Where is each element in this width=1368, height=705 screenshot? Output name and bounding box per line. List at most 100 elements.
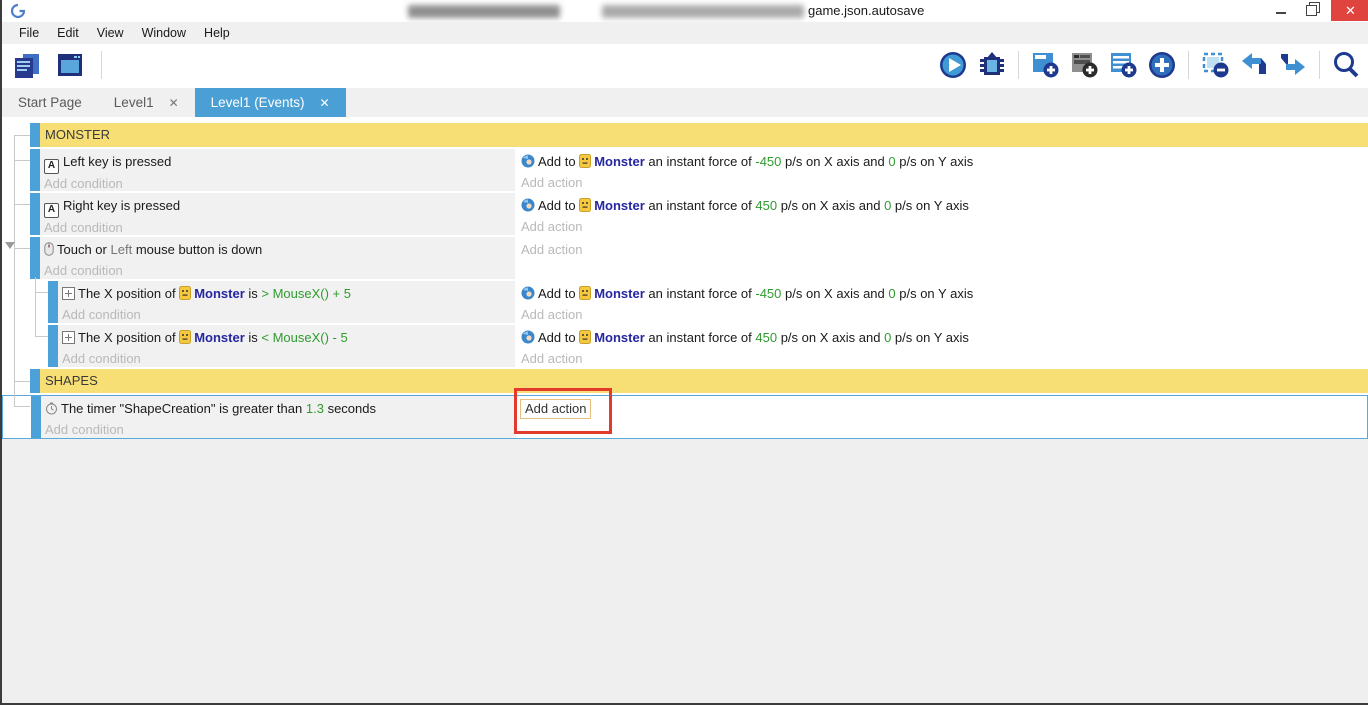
add-subevent-icon[interactable]: [1068, 49, 1100, 81]
menu-window[interactable]: Window: [133, 26, 195, 40]
app-window: game.json.autosave ✕ File Edit View Wind…: [0, 0, 1368, 705]
event-row[interactable]: A Left key is pressed Add condition Add t…: [2, 149, 1368, 191]
minimize-icon: [1276, 11, 1286, 14]
actions-column[interactable]: Add to Monster an instant force of -450 …: [515, 281, 1368, 323]
add-condition-link[interactable]: Add condition: [62, 349, 509, 368]
add-action-link[interactable]: Add action: [521, 217, 1362, 236]
toolbar: [2, 44, 1368, 88]
action-text: Add to: [538, 198, 576, 213]
actions-column[interactable]: Add to Monster an instant force of 450 p…: [515, 193, 1368, 235]
timer-icon: [45, 401, 58, 420]
condition-text: The X position of: [78, 330, 176, 345]
conditions-column[interactable]: A Left key is pressed Add condition: [40, 149, 515, 191]
tab-label: Start Page: [18, 95, 82, 110]
condition-text: The timer: [61, 401, 116, 416]
play-icon[interactable]: [937, 49, 969, 81]
event-color-bar: [31, 396, 41, 438]
add-action-link[interactable]: Add action: [521, 240, 1362, 259]
action-text: p/s on X axis and: [780, 330, 881, 345]
object-name: Monster: [594, 286, 645, 301]
collapse-arrow-icon[interactable]: [5, 242, 15, 249]
monster-object-icon: [179, 330, 192, 349]
action-value: -450: [755, 154, 782, 169]
sub-event-row[interactable]: The X position of Monster is > MouseX() …: [2, 281, 1368, 323]
conditions-column[interactable]: The X position of Monster is > MouseX() …: [58, 281, 515, 323]
menu-file[interactable]: File: [10, 26, 48, 40]
tab-level1-events[interactable]: Level1 (Events) ✕: [194, 88, 346, 117]
event-row[interactable]: A Right key is pressed Add condition Add …: [2, 193, 1368, 235]
action-text: p/s on Y axis: [899, 286, 974, 301]
action-text: Add to: [538, 286, 576, 301]
toolbar-divider: [101, 51, 102, 79]
add-action-link[interactable]: Add action: [521, 349, 1362, 368]
event-group-monster[interactable]: MONSTER: [2, 123, 1368, 147]
add-condition-link[interactable]: Add condition: [62, 305, 509, 324]
actions-column[interactable]: Add action: [514, 388, 1367, 438]
action-text: p/s on X axis and: [785, 154, 885, 169]
event-gutter: [2, 325, 48, 367]
tree-tick: [14, 135, 30, 136]
event-row[interactable]: Touch or Left mouse button is down Add c…: [2, 237, 1368, 279]
add-action-link[interactable]: Add action: [521, 305, 1362, 324]
tab-start-page[interactable]: Start Page: [2, 88, 98, 117]
conditions-column[interactable]: Touch or Left mouse button is down Add c…: [40, 237, 515, 279]
search-icon[interactable]: [1330, 49, 1362, 81]
add-condition-link[interactable]: Add condition: [44, 174, 509, 193]
add-condition-link[interactable]: Add condition: [44, 261, 509, 280]
debug-icon[interactable]: [976, 49, 1008, 81]
restore-button[interactable]: [1298, 0, 1324, 21]
tab-level1[interactable]: Level1 ✕: [98, 88, 195, 117]
close-button[interactable]: ✕: [1331, 0, 1368, 21]
delete-event-icon[interactable]: [1199, 49, 1231, 81]
toolbar-divider: [1188, 51, 1189, 79]
add-new-icon[interactable]: [1146, 49, 1178, 81]
toolbar-divider: [1018, 51, 1019, 79]
window-title: game.json.autosave: [808, 3, 925, 18]
action-text: Add to: [538, 154, 576, 169]
project-manager-icon[interactable]: [10, 49, 42, 81]
actions-column[interactable]: Add to Monster an instant force of 450 p…: [515, 325, 1368, 367]
condition-expression: > MouseX() + 5: [261, 286, 351, 301]
minimize-button[interactable]: [1268, 0, 1294, 21]
close-tab-icon[interactable]: ✕: [169, 96, 179, 110]
condition-text: is: [248, 330, 258, 345]
action-value: 0: [884, 330, 892, 345]
add-condition-link[interactable]: Add condition: [45, 420, 510, 439]
add-comment-icon[interactable]: [1107, 49, 1139, 81]
tab-bar: Start Page Level1 ✕ Level1 (Events) ✕: [2, 88, 1368, 117]
menu-view[interactable]: View: [88, 26, 133, 40]
position-icon: [62, 286, 75, 305]
condition-text: mouse button is down: [135, 242, 263, 257]
add-action-link[interactable]: Add action: [521, 173, 1362, 192]
event-row-selected[interactable]: The timer "ShapeCreation" is greater tha…: [2, 388, 1368, 439]
undo-icon[interactable]: [1238, 49, 1270, 81]
actions-column[interactable]: Add action: [515, 237, 1368, 279]
menu-help[interactable]: Help: [195, 26, 239, 40]
redo-icon[interactable]: [1277, 49, 1309, 81]
sub-event-row[interactable]: The X position of Monster is < MouseX() …: [2, 325, 1368, 367]
action-text: an instant force of: [648, 154, 752, 169]
timer-name: "ShapeCreation": [119, 401, 216, 416]
action-value: -450: [755, 286, 782, 301]
condition-text: is: [248, 286, 258, 301]
add-action-button-focused[interactable]: Add action: [520, 399, 592, 419]
add-condition-link[interactable]: Add condition: [44, 218, 509, 237]
actions-column[interactable]: Add to Monster an instant force of -450 …: [515, 149, 1368, 191]
condition-text: Touch or: [57, 242, 107, 257]
force-icon: [521, 286, 535, 305]
force-icon: [521, 198, 535, 217]
condition-text: The X position of: [78, 286, 176, 301]
menu-edit[interactable]: Edit: [48, 26, 88, 40]
close-tab-icon[interactable]: ✕: [319, 96, 329, 110]
action-text: p/s on Y axis: [894, 198, 969, 213]
add-event-icon[interactable]: [1029, 49, 1061, 81]
event-color-bar: [30, 149, 40, 191]
conditions-column[interactable]: The timer "ShapeCreation" is greater tha…: [41, 396, 516, 438]
action-text: Add to: [538, 330, 576, 345]
conditions-column[interactable]: The X position of Monster is < MouseX() …: [58, 325, 515, 367]
start-page-icon[interactable]: [54, 49, 86, 81]
conditions-column[interactable]: A Right key is pressed Add condition: [40, 193, 515, 235]
action-text: p/s on X axis and: [785, 286, 885, 301]
action-value: 0: [888, 286, 896, 301]
event-group-shapes[interactable]: SHAPES: [2, 369, 1368, 393]
